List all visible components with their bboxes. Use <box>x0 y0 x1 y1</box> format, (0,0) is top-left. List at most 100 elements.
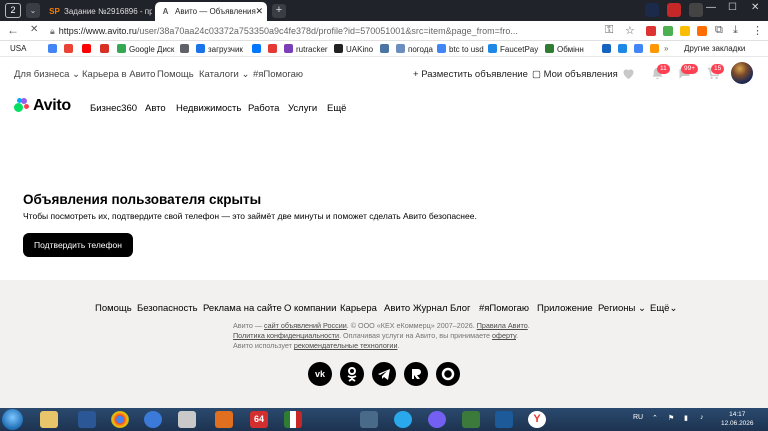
bookmark-vk[interactable] <box>252 44 264 54</box>
tray-flag-icon[interactable]: ⚑ <box>668 414 674 422</box>
favorites-heart-icon[interactable] <box>621 66 636 81</box>
bookmark-weather[interactable]: погода <box>396 44 433 54</box>
aida64-icon[interactable]: 64 <box>250 411 268 428</box>
recommendation-tech-link[interactable]: рекомендательные технологии <box>294 341 398 350</box>
key-icon[interactable]: ⚿ <box>605 24 613 37</box>
back-arrow-icon[interactable]: ← <box>7 23 19 37</box>
tab-inactive[interactable]: SP Задание №2916896 - про <box>44 2 152 21</box>
bookmark-red[interactable] <box>268 44 280 54</box>
rutube-icon[interactable] <box>404 362 428 386</box>
bookmark-rutracker[interactable]: rutracker <box>284 44 328 54</box>
footer-link-app[interactable]: Приложение <box>537 303 593 314</box>
nav-business360[interactable]: Бизнес360 <box>90 103 137 114</box>
tray-chevron-icon[interactable]: ⌃ <box>652 414 658 422</box>
footer-link-about[interactable]: О компании <box>284 303 336 314</box>
my-ads-link[interactable]: ▢ Мои объявления <box>532 69 618 80</box>
rules-link[interactable]: Правила Авито <box>477 321 528 330</box>
extension-yellow-icon[interactable] <box>680 26 690 36</box>
media-player-icon[interactable] <box>215 411 233 428</box>
bookmark-btc[interactable]: btc to usd <box>437 44 484 54</box>
tv-extension-icon[interactable] <box>645 3 659 17</box>
bookmark-uakino[interactable]: UAKino <box>334 44 373 54</box>
hashtag-link[interactable]: #яПомогаю <box>253 69 303 80</box>
bookmark-extra-3[interactable] <box>634 44 646 54</box>
bookmark-extra-2[interactable] <box>618 44 630 54</box>
app-shield-icon[interactable] <box>360 411 378 428</box>
other-bookmarks[interactable]: Другие закладки <box>684 44 745 53</box>
volume-icon[interactable]: ♪ <box>700 414 704 421</box>
post-ad-link[interactable]: + Разместить объявление <box>413 69 528 80</box>
nav-realty[interactable]: Недвижимость <box>176 103 241 114</box>
app-icon[interactable] <box>178 411 196 428</box>
telegram-taskbar-icon[interactable] <box>394 411 412 428</box>
help-link[interactable]: Помощь <box>157 69 194 80</box>
telegram-icon[interactable] <box>372 362 396 386</box>
start-button[interactable] <box>2 409 23 430</box>
chrome-icon[interactable] <box>111 411 129 428</box>
close-tab-icon[interactable]: ✕ <box>255 2 263 21</box>
puzzle-icon[interactable]: ⧉ <box>715 24 723 37</box>
footer-link-safety[interactable]: Безопасность <box>137 303 198 314</box>
minimize-icon[interactable]: — <box>706 2 716 13</box>
app-blue-icon[interactable] <box>495 411 513 428</box>
globe-icon[interactable] <box>144 411 162 428</box>
yandex-browser-icon[interactable]: Y <box>528 411 546 428</box>
avito-logo[interactable]: Avito <box>14 97 71 115</box>
footer-link-hashtag[interactable]: #яПомогаю <box>479 303 529 314</box>
avatar[interactable] <box>731 62 753 84</box>
app-green-icon[interactable] <box>462 411 480 428</box>
language-indicator[interactable]: RU <box>633 414 643 421</box>
tabs-menu-chevron-icon[interactable]: ⌄ <box>26 3 40 18</box>
bookmark-yandex[interactable] <box>64 44 76 54</box>
privacy-link[interactable]: Политика конфиденциальности <box>233 331 339 340</box>
career-link[interactable]: Карьера в Авито <box>82 69 155 80</box>
bookmark-extra-1[interactable] <box>602 44 614 54</box>
extension-orange-icon[interactable] <box>697 26 707 36</box>
confirm-phone-button[interactable]: Подтвердить телефон <box>23 233 133 257</box>
bookmark-gmail[interactable] <box>100 44 112 54</box>
url-input[interactable]: 🔒︎ https://www.avito.ru/user/38a70aa24c03… <box>50 23 602 39</box>
youtube-extension-icon[interactable] <box>667 3 681 17</box>
close-window-icon[interactable]: ✕ <box>751 2 759 13</box>
footer-link-advertising[interactable]: Реклама на сайте <box>203 303 282 314</box>
bookmark-blue[interactable] <box>380 44 392 54</box>
extension-green-icon[interactable] <box>663 26 673 36</box>
new-tab-button[interactable]: + <box>272 4 286 18</box>
maximize-icon[interactable]: ☐ <box>728 2 737 13</box>
explorer-icon[interactable] <box>40 411 58 428</box>
odnoklassniki-icon[interactable] <box>340 362 364 386</box>
footer-link-more[interactable]: Ещё⌄ <box>650 303 677 314</box>
site-ads-link[interactable]: сайт объявлений России <box>264 321 347 330</box>
dzen-icon[interactable] <box>436 362 460 386</box>
catalogs-link[interactable]: Каталоги ⌄ <box>199 69 249 80</box>
nav-services[interactable]: Услуги <box>288 103 317 114</box>
network-icon[interactable]: ▮ <box>684 414 688 422</box>
bookmark-extra-4[interactable] <box>650 44 662 54</box>
bookmark-youtube[interactable] <box>82 44 94 54</box>
nav-jobs[interactable]: Работа <box>248 103 279 114</box>
offer-link[interactable]: оферту <box>492 331 516 340</box>
vk-icon[interactable]: vk <box>308 362 332 386</box>
footer-link-journal[interactable]: Авито Журнал <box>384 303 448 314</box>
footer-link-career[interactable]: Карьера <box>340 303 377 314</box>
bookmark-faucetpay[interactable]: FaucetPay <box>488 44 538 54</box>
tab-count-button[interactable]: 2 <box>5 3 21 18</box>
tab-active[interactable]: A Авито — Объявления ✕ <box>155 2 267 21</box>
star-icon[interactable]: ☆ <box>625 24 635 37</box>
bookmark-usa[interactable]: USA <box>10 44 26 53</box>
bookmark-downloader[interactable]: загрузчик <box>196 44 243 54</box>
stop-loading-icon[interactable]: ✕ <box>30 24 38 35</box>
for-business-link[interactable]: Для бизнеса ⌄ <box>14 69 80 80</box>
download-icon[interactable]: ⤓ <box>733 24 738 37</box>
system-clock[interactable]: 14:17 12.06.2026 <box>721 410 754 428</box>
bookmark-google[interactable] <box>48 44 60 54</box>
app-w-icon[interactable] <box>78 411 96 428</box>
chat-extension-icon[interactable] <box>689 3 703 17</box>
nav-more[interactable]: Ещё <box>327 103 346 114</box>
nav-auto[interactable]: Авто <box>145 103 166 114</box>
footer-link-blog[interactable]: Блог <box>450 303 471 314</box>
more-bookmarks-icon[interactable]: » <box>664 44 668 53</box>
footer-link-help[interactable]: Помощь <box>95 303 132 314</box>
extension-red-icon[interactable] <box>646 26 656 36</box>
menu-dots-icon[interactable]: ⋮ <box>752 24 763 37</box>
